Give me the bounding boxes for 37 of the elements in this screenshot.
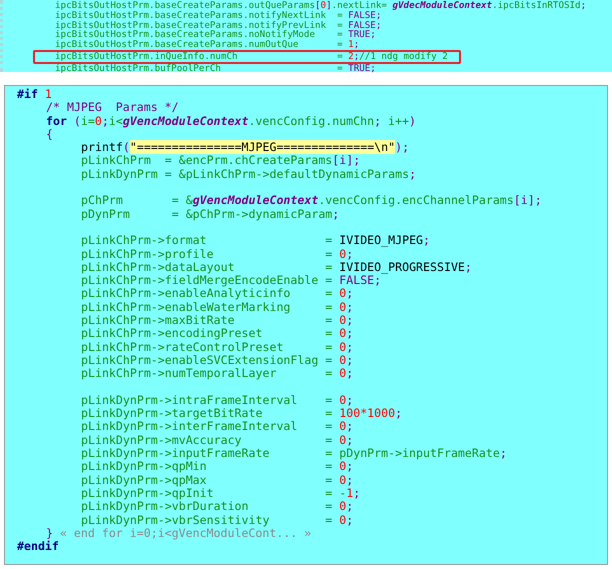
code-line: pLinkDynPrm->vbrSensitivity = 0; (80, 514, 354, 527)
code-line: for (i=0;i<gVencModuleContext.vencConfig.numChn; i++) (45, 114, 417, 128)
code-line: pLinkDynPrm->qpInit = -1; (80, 486, 362, 500)
code-line: pLinkChPrm->dataLayout = IVIDEO_PROGRESSIVE; (80, 260, 473, 274)
code-line: pLinkChPrm->format = IVIDEO_MJPEG; (80, 234, 432, 248)
code-line: #endif (17, 540, 60, 554)
code-line: pLinkDynPrm = &pLinkChPrm->defaultDynamicParams; (80, 168, 418, 182)
code-line: pLinkDynPrm->intraFrameInterval = 0; (80, 394, 354, 408)
code-line: pDynPrm = &pChPrm->dynamicParam; (80, 208, 340, 221)
code-line: ipcBitsOutHostPrm.baseCreateParams.notifyPrevLink = FALSE; (54, 20, 382, 30)
code-line: } « end for i=0;i<gVencModuleCont... » (45, 526, 312, 540)
code-line: pLinkChPrm->fieldMergeEncodeEnable = FALSE; (80, 274, 382, 288)
code-line: /* MJPEG Params */ (45, 101, 180, 115)
code-line: ipcBitsOutHostPrm.bufPoolPerCh = TRUE; (54, 64, 376, 74)
code-line: pLinkChPrm->enableSVCExtensionFlag = 0; (80, 354, 354, 368)
code-line: pLinkDynPrm->qpMax = 0; (80, 474, 354, 487)
code-line: pLinkChPrm->encodingPreset = 0; (80, 327, 354, 341)
code-line: pLinkDynPrm->inputFrameRate = pDynPrm->inputFrameRate; (80, 447, 508, 460)
code-line: #if 1 (17, 88, 53, 102)
code-line: pLinkDynPrm->mvAccuracy = 0; (80, 434, 354, 448)
code-line: ipcBitsOutHostPrm.baseCreateParams.notifyNextLink = FALSE; (54, 10, 382, 21)
code-line: pLinkChPrm->profile = 0; (80, 248, 354, 261)
code-line: ipcBitsOutHostPrm.baseCreateParams.outQueParams[0].nextLink= gVdecModuleContext.ipcBitsInRTOSId; (54, 1, 586, 11)
code-line: pLinkDynPrm->interFrameInterval = 0; (80, 420, 354, 434)
code-line: { (45, 128, 54, 142)
code-line: pChPrm = &gVencModuleContext.vencConfig.encChannelParams[i]; (80, 194, 543, 208)
code-line: pLinkChPrm->numTemporalLayer = 0; (80, 367, 354, 381)
code-line: pLinkDynPrm->targetBitRate = 100*1000; (80, 407, 404, 420)
code-line: pLinkChPrm->rateControlPreset = 0; (80, 340, 354, 354)
code-line: ipcBitsOutHostPrm.baseCreateParams.noNotifyMode = TRUE; (54, 30, 376, 40)
code-line: pLinkChPrm->enableWaterMarking = 0; (80, 300, 354, 314)
code-line: pLinkChPrm = &encPrm.chCreateParams[i]; (80, 154, 362, 168)
code-line: pLinkDynPrm->vbrDuration = 0; (80, 500, 354, 514)
code-line: pLinkDynPrm->qpMin = 0; (80, 460, 354, 474)
code-line: pLinkChPrm->maxBitRate = 0; (80, 314, 354, 328)
code-line: pLinkChPrm->enableAnalyticinfo = 0; (80, 287, 354, 301)
code-line: ipcBitsOutHostPrm.baseCreateParams.numOutQue = 1; (54, 40, 360, 50)
